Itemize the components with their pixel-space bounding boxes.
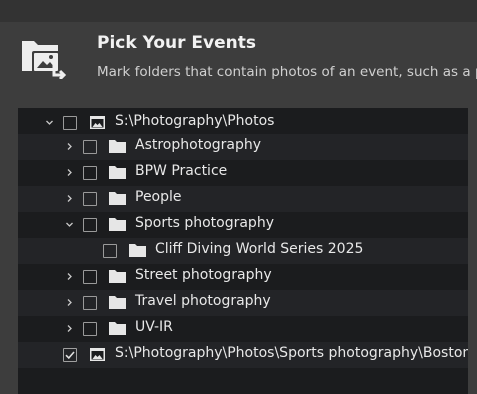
tree-row-sports-photography[interactable]: Sports photography	[18, 212, 468, 238]
folder-icon	[109, 270, 126, 283]
folder-label: Street photography	[135, 267, 272, 283]
chevron-right-icon[interactable]	[66, 143, 73, 150]
folder-icon	[109, 140, 126, 153]
chevron-down-icon[interactable]	[46, 119, 53, 126]
chevron-right-icon[interactable]	[66, 299, 73, 306]
image-folder-icon	[90, 116, 105, 129]
folder-label: UV-IR	[135, 319, 173, 335]
folder-icon	[109, 166, 126, 179]
folder-icon	[109, 296, 126, 309]
page-subtitle: Mark folders that contain photos of an e…	[97, 64, 477, 80]
tree-row-root[interactable]: S:\Photography\Photos	[18, 110, 468, 136]
folder-icon	[109, 218, 126, 231]
chevron-right-icon[interactable]	[66, 325, 73, 332]
window-top-strip	[0, 0, 477, 22]
chevron-down-icon[interactable]	[66, 221, 73, 228]
folder-label: Sports photography	[135, 215, 274, 231]
root-label: S:\Photography\Photos	[115, 113, 275, 129]
folder-icon	[109, 322, 126, 335]
tree-row-astrophotography[interactable]: Astrophotography	[18, 134, 468, 160]
tree-row-street-photography[interactable]: Street photography	[18, 264, 468, 290]
image-folder-icon	[90, 348, 105, 361]
folder-label: Cliff Diving World Series 2025	[155, 241, 364, 257]
folder-label: BPW Practice	[135, 163, 228, 179]
folder-checkbox[interactable]	[103, 244, 117, 258]
folder-checkbox[interactable]	[83, 192, 97, 206]
root-checkbox-checked[interactable]	[63, 348, 77, 362]
chevron-right-icon[interactable]	[66, 195, 73, 202]
checkmark-icon	[65, 351, 75, 360]
root-label: S:\Photography\Photos\Sports photography…	[115, 345, 468, 361]
folder-icon	[129, 244, 146, 257]
folder-icon	[109, 192, 126, 205]
folder-label: Travel photography	[135, 293, 271, 309]
folder-checkbox[interactable]	[83, 270, 97, 284]
tree-row-boston-root[interactable]: S:\Photography\Photos\Sports photography…	[18, 342, 468, 368]
event-folders-icon	[22, 41, 67, 79]
folder-checkbox[interactable]	[83, 166, 97, 180]
folder-label: People	[135, 189, 182, 205]
tree-row-cliff-diving[interactable]: Cliff Diving World Series 2025	[18, 238, 468, 264]
folder-checkbox[interactable]	[83, 218, 97, 232]
folder-checkbox[interactable]	[83, 140, 97, 154]
tree-row-uv-ir[interactable]: UV-IR	[18, 316, 468, 342]
folder-checkbox[interactable]	[83, 296, 97, 310]
tree-row-people[interactable]: People	[18, 186, 468, 212]
root-checkbox[interactable]	[63, 116, 77, 130]
chevron-right-icon[interactable]	[66, 169, 73, 176]
tree-row-bpw-practice[interactable]: BPW Practice	[18, 160, 468, 186]
tree-row-travel-photography[interactable]: Travel photography	[18, 290, 468, 316]
folder-label: Astrophotography	[135, 137, 262, 153]
folder-tree[interactable]: S:\Photography\Photos Astrophotography B…	[18, 108, 468, 394]
folder-checkbox[interactable]	[83, 322, 97, 336]
chevron-right-icon[interactable]	[66, 273, 73, 280]
page-title: Pick Your Events	[97, 33, 256, 53]
